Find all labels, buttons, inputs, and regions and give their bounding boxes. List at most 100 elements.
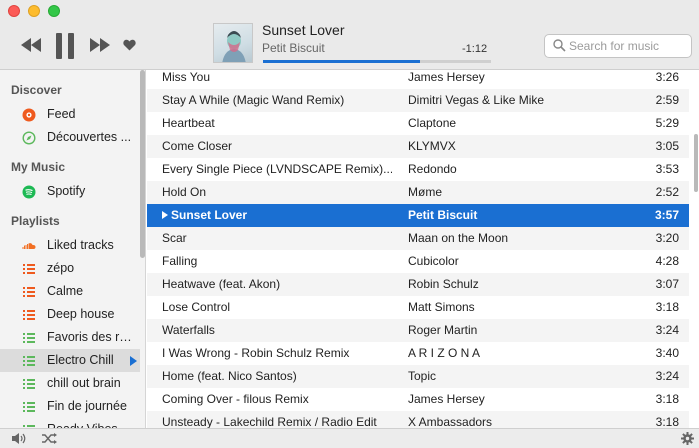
sidebar-item[interactable]: Découvertes ... — [0, 126, 140, 149]
track-row[interactable]: Heatwave (feat. Akon) Robin Schulz 3:07 — [147, 273, 689, 296]
track-artist: Topic — [408, 369, 437, 383]
search-icon — [553, 39, 566, 52]
track-title: Hold On — [162, 185, 207, 199]
track-artist: James Hersey — [408, 70, 485, 84]
search-box[interactable] — [544, 34, 692, 58]
playlist-icon — [23, 287, 35, 297]
sidebar-item[interactable]: Feed — [0, 103, 140, 126]
track-artist: Claptone — [408, 116, 457, 130]
next-track-button[interactable] — [89, 38, 111, 52]
now-playing-artist[interactable]: Petit Biscuit — [262, 41, 325, 55]
track-row[interactable]: Falling Cubicolor 4:28 — [147, 250, 689, 273]
track-title: Heartbeat — [162, 116, 215, 130]
sidebar-item-label: Deep house — [47, 307, 115, 321]
track-row[interactable]: Unsteady - Lakechild Remix / Radio Edit X… — [147, 411, 689, 428]
track-list-scrollbar[interactable] — [694, 134, 698, 192]
previous-icon — [21, 38, 41, 52]
track-row[interactable]: Every Single Piece (LVNDSCAPE Remix)... R… — [147, 158, 689, 181]
track-title: I Was Wrong - Robin Schulz Remix — [162, 346, 350, 360]
compass-icon — [22, 131, 36, 145]
track-duration: 3:18 — [655, 392, 679, 406]
track-title: Unsteady - Lakechild Remix / Radio Edit — [162, 415, 377, 428]
track-title: Home (feat. Nico Santos) — [162, 369, 297, 383]
track-row[interactable]: I Was Wrong - Robin Schulz Remix A R I Z … — [147, 342, 689, 365]
track-row[interactable]: Home (feat. Nico Santos) Topic 3:24 — [147, 365, 689, 388]
spotify-icon — [22, 185, 36, 199]
sidebar-item[interactable]: chill out brain — [0, 372, 140, 395]
sidebar-item-label: Fin de journée — [47, 399, 127, 413]
zoom-window-button[interactable] — [48, 5, 60, 17]
track-row[interactable]: Scar Maan on the Moon 3:20 — [147, 227, 689, 250]
settings-gear-icon[interactable] — [681, 432, 694, 445]
track-row[interactable]: Stay A While (Magic Wand Remix) Dimitri V… — [147, 89, 689, 112]
track-duration: 3:24 — [655, 323, 679, 337]
track-title: Heatwave (feat. Akon) — [162, 277, 281, 291]
track-artist: James Hersey — [408, 392, 485, 406]
track-duration: 3:18 — [655, 300, 679, 314]
playlist-icon — [23, 402, 35, 412]
sidebar-item[interactable]: Fin de journée — [0, 395, 140, 418]
sidebar-item[interactable]: zépo — [0, 257, 140, 280]
track-duration: 3:20 — [655, 231, 679, 245]
sidebar-item-label: Spotify — [47, 184, 86, 198]
track-artist: X Ambassadors — [408, 415, 493, 428]
track-title: Come Closer — [162, 139, 233, 153]
sidebar-item[interactable]: Spotify — [0, 180, 140, 203]
album-artwork-image — [222, 31, 246, 62]
track-row[interactable]: Miss You James Hersey 3:26 — [147, 70, 689, 89]
sidebar-item[interactable]: Ready Vibes — [0, 418, 140, 428]
track-row[interactable]: Waterfalls Roger Martin 3:24 — [147, 319, 689, 342]
app-window: Sunset Lover Petit Biscuit -1:12 Discove… — [0, 0, 699, 448]
track-title: Waterfalls — [162, 323, 215, 337]
track-title: Every Single Piece (LVNDSCAPE Remix)... — [162, 162, 392, 176]
pause-button[interactable] — [54, 33, 76, 59]
active-playlist-arrow-icon — [130, 356, 137, 366]
sidebar-item[interactable]: Electro Chill — [0, 349, 140, 372]
track-artist: Redondo — [408, 162, 457, 176]
sidebar-item-label: Favoris des ra... — [47, 330, 135, 344]
track-duration: 2:59 — [655, 93, 679, 107]
sidebar-item-label: Feed — [47, 107, 76, 121]
sidebar-item-label: Electro Chill — [47, 353, 114, 367]
track-row[interactable]: Come Closer KLYMVX 3:05 — [147, 135, 689, 158]
player-toolbar: Sunset Lover Petit Biscuit -1:12 — [0, 0, 699, 70]
track-title: Lose Control — [162, 300, 231, 314]
track-row[interactable]: Sunset Lover Petit Biscuit 3:57 — [147, 204, 689, 227]
pause-icon — [56, 33, 74, 59]
soundcloud-icon — [22, 243, 36, 249]
sidebar-item[interactable]: Calme — [0, 280, 140, 303]
like-button[interactable] — [123, 39, 136, 51]
album-artwork — [213, 23, 253, 63]
track-row[interactable]: Lose Control Matt Simons 3:18 — [147, 296, 689, 319]
track-artist: Matt Simons — [408, 300, 475, 314]
sidebar-item[interactable]: Favoris des ra... — [0, 326, 140, 349]
track-row[interactable]: Heartbeat Claptone 5:29 — [147, 112, 689, 135]
sidebar-item-label: chill out brain — [47, 376, 121, 390]
sidebar-section-playlists: Playlists — [11, 214, 60, 228]
playlist-icon — [23, 333, 35, 343]
previous-track-button[interactable] — [20, 38, 42, 52]
close-window-button[interactable] — [8, 5, 20, 17]
sidebar-item[interactable]: Liked tracks — [0, 234, 140, 257]
track-row[interactable]: Hold On Møme 2:52 — [147, 181, 689, 204]
now-playing-title: Sunset Lover — [262, 22, 345, 38]
sidebar-scrollbar[interactable] — [140, 70, 145, 258]
track-duration: 3:18 — [655, 415, 679, 428]
search-input[interactable] — [569, 37, 687, 55]
track-title: Falling — [162, 254, 198, 268]
track-duration: 3:57 — [654, 208, 679, 222]
sidebar-item[interactable]: Deep house — [0, 303, 140, 326]
volume-icon[interactable] — [11, 432, 27, 445]
minimize-window-button[interactable] — [28, 5, 40, 17]
track-row[interactable]: Coming Over - filous Remix James Hersey 3:… — [147, 388, 689, 411]
track-artist: Roger Martin — [408, 323, 478, 337]
sidebar-section-discover: Discover — [11, 83, 62, 97]
track-duration: 3:53 — [655, 162, 679, 176]
heart-icon — [123, 39, 136, 51]
shuffle-icon[interactable] — [41, 432, 57, 445]
track-title: Miss You — [162, 70, 211, 84]
sidebar-item-label: zépo — [47, 261, 75, 275]
track-duration: 5:29 — [655, 116, 679, 130]
playback-progress-bar[interactable] — [263, 60, 491, 63]
track-artist: Møme — [408, 185, 442, 199]
